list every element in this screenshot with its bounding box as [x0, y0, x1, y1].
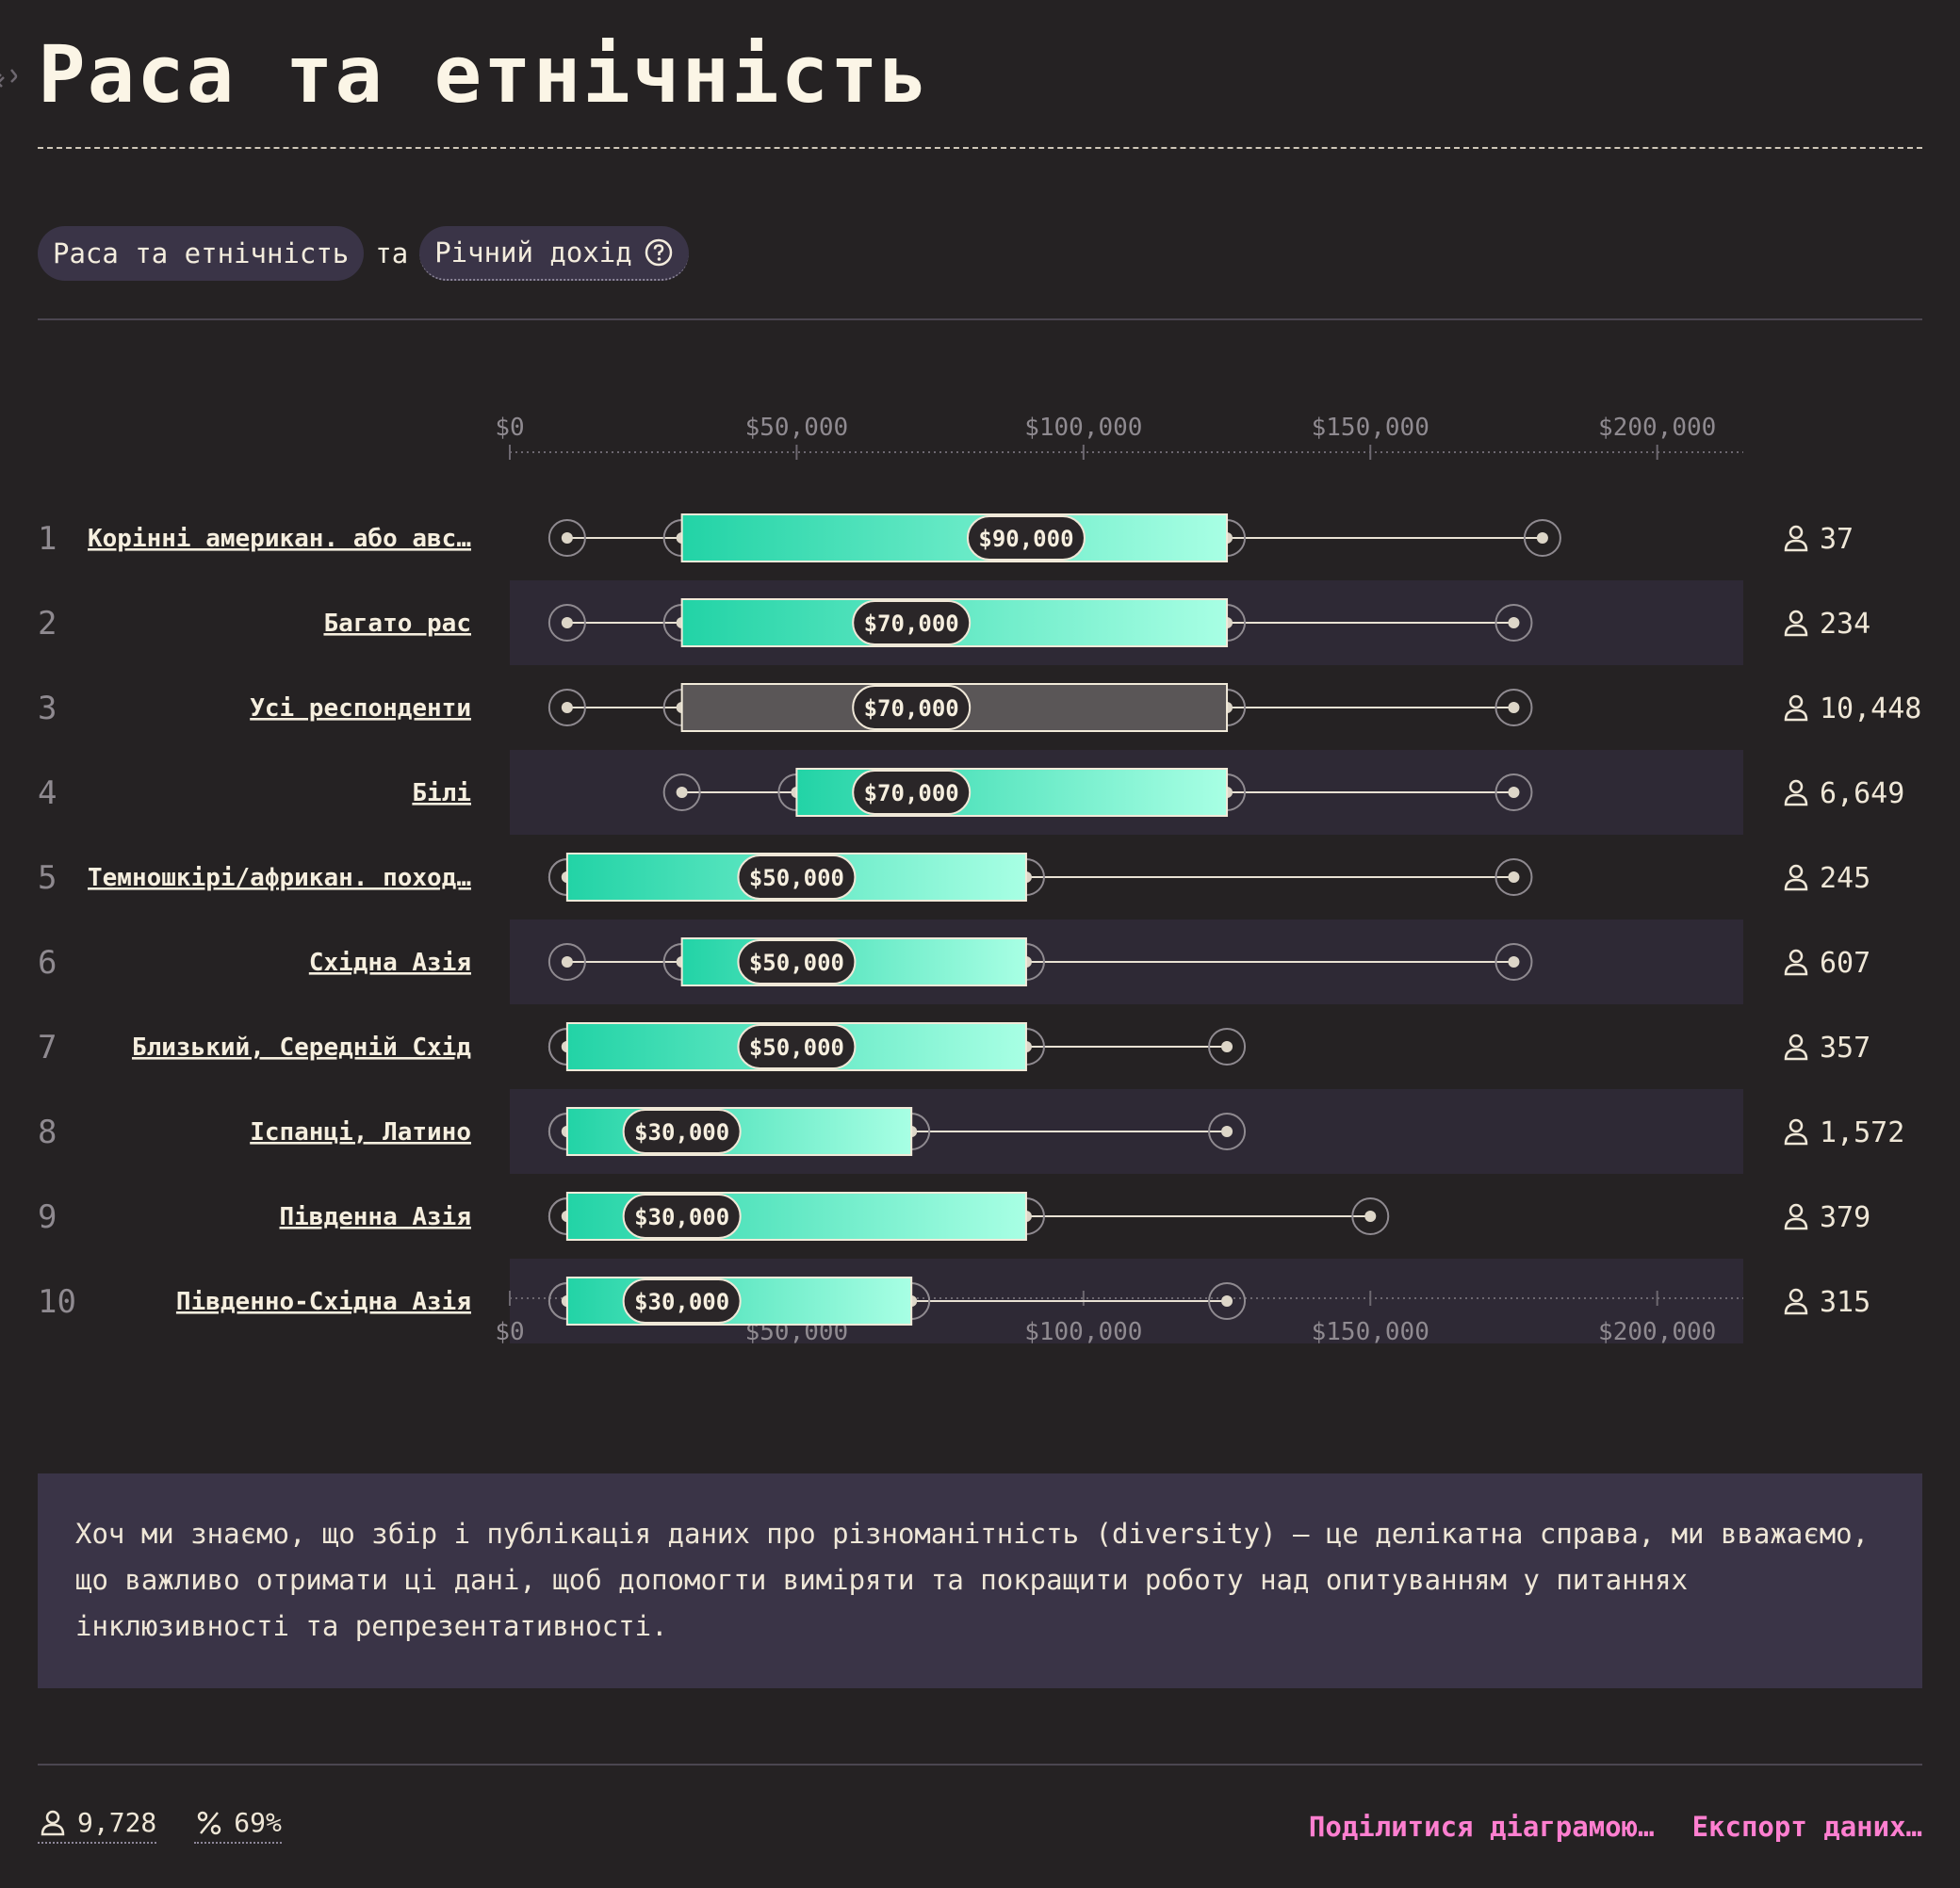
median-label: $30,000 [634, 1204, 729, 1230]
row-label[interactable]: Темношкірі/африкан. поход… [88, 864, 471, 892]
row-label[interactable]: Корінні американ. або авс… [88, 525, 471, 553]
selectors-divider [38, 318, 1922, 320]
x-tick-label: $0 [495, 1318, 524, 1346]
median-label: $50,000 [749, 950, 844, 976]
person-icon [1784, 949, 1808, 976]
link-icon[interactable] [0, 66, 19, 90]
percent-stat[interactable]: 69% [194, 1807, 282, 1844]
respondent-count: 37 [1820, 523, 1854, 556]
median-label: $30,000 [634, 1289, 729, 1315]
row-rank: 3 [38, 690, 57, 727]
secondary-variable-label: Річний дохід [434, 236, 632, 269]
max-marker [1536, 532, 1548, 544]
person-icon [1784, 1118, 1808, 1146]
row-label[interactable]: Білі [412, 779, 471, 807]
min-marker [676, 787, 688, 798]
median-label: $70,000 [864, 610, 959, 637]
respondent-count: 315 [1820, 1286, 1870, 1319]
person-icon [41, 1810, 65, 1835]
median-label: $50,000 [749, 1034, 844, 1061]
person-icon [1784, 1288, 1808, 1315]
row-rank: 9 [38, 1198, 57, 1236]
median-label: $30,000 [634, 1119, 729, 1146]
row-rank: 4 [38, 774, 57, 812]
title-divider [38, 147, 1922, 149]
respondent-count: 357 [1820, 1032, 1870, 1065]
min-marker [561, 617, 573, 628]
max-marker [1221, 1041, 1233, 1052]
max-marker [1508, 617, 1520, 628]
respondents-count: 9,728 [77, 1807, 157, 1838]
primary-variable-label: Раса та етнічність [53, 237, 350, 269]
respondent-count: 1,572 [1820, 1116, 1904, 1149]
row-label[interactable]: Усі респонденти [250, 694, 471, 723]
export-data-link[interactable]: Експорт даних… [1692, 1811, 1922, 1843]
person-icon [1784, 694, 1808, 722]
max-marker [1364, 1211, 1377, 1222]
row-rank: 1 [38, 520, 57, 558]
row-rank: 6 [38, 944, 57, 982]
row-label[interactable]: Південна Азія [280, 1203, 472, 1231]
x-tick-label: $200,000 [1598, 414, 1716, 442]
secondary-variable-select[interactable]: Річний дохід [419, 226, 689, 281]
income-boxplot-chart: $0 $50,000 $100,000 $150,000 $200,000 $0 $50,0… [38, 414, 1921, 1346]
x-tick-label: $100,000 [1024, 1318, 1142, 1346]
row-label[interactable]: Багато рас [323, 610, 471, 638]
row-rank: 7 [38, 1029, 57, 1066]
footer-divider [38, 1764, 1922, 1766]
median-label: $90,000 [978, 526, 1073, 552]
min-marker [561, 532, 573, 544]
x-tick-label: $150,000 [1312, 1318, 1429, 1346]
row-rank: 10 [38, 1283, 76, 1321]
min-marker [561, 956, 573, 968]
x-tick-label: $50,000 [745, 414, 849, 442]
primary-variable-select[interactable]: Раса та етнічність [38, 226, 365, 281]
variable-selectors: Раса та етнічність та Річний дохід [38, 226, 689, 281]
median-label: $50,000 [749, 865, 844, 891]
page-title: Раса та етнічність [38, 28, 930, 121]
share-chart-link[interactable]: Поділитися діаграмою… [1309, 1811, 1655, 1843]
x-tick-label: $200,000 [1598, 1318, 1716, 1346]
help-icon[interactable] [644, 237, 674, 268]
row-rank: 8 [38, 1114, 57, 1151]
median-label: $70,000 [864, 695, 959, 722]
row-label[interactable]: Близький, Середній Схід [132, 1034, 471, 1062]
diversity-footnote: Хоч ми знаємо, що збір і публікація дани… [38, 1473, 1922, 1688]
respondent-count: 6,649 [1820, 777, 1904, 810]
row-label[interactable]: Іспанці, Латино [250, 1118, 471, 1147]
row-rank: 2 [38, 605, 57, 643]
person-icon [1784, 779, 1808, 806]
percent-value: 69% [234, 1807, 282, 1838]
max-marker [1508, 956, 1520, 968]
person-icon [1784, 610, 1808, 637]
min-marker [561, 702, 573, 713]
person-icon [1784, 525, 1808, 552]
respondent-count: 10,448 [1820, 692, 1921, 725]
row-label[interactable]: Південно-Східна Азія [176, 1288, 471, 1316]
max-marker [1508, 871, 1520, 883]
iqr-box [680, 513, 1229, 562]
median-label: $70,000 [864, 780, 959, 806]
max-marker [1221, 1126, 1233, 1137]
max-marker [1221, 1295, 1233, 1307]
person-icon [1784, 864, 1808, 891]
footer-stats: 9,728 69% [38, 1807, 282, 1844]
x-tick-label: $100,000 [1024, 414, 1142, 442]
percent-icon [198, 1811, 221, 1834]
person-icon [1784, 1203, 1808, 1230]
row-label[interactable]: Східна Азія [309, 949, 471, 977]
footer-actions: Поділитися діаграмою… Експорт даних… [1309, 1811, 1922, 1843]
max-marker [1508, 702, 1520, 713]
respondents-stat[interactable]: 9,728 [38, 1807, 157, 1844]
person-icon [1784, 1034, 1808, 1061]
respondent-count: 607 [1820, 947, 1870, 980]
selector-joiner: та [375, 237, 409, 269]
x-tick-label: $0 [495, 414, 524, 442]
respondent-count: 379 [1820, 1201, 1870, 1234]
max-marker [1508, 787, 1520, 798]
respondent-count: 245 [1820, 862, 1870, 895]
x-tick-label: $150,000 [1312, 414, 1429, 442]
respondent-count: 234 [1820, 608, 1870, 641]
row-rank: 5 [38, 859, 57, 897]
